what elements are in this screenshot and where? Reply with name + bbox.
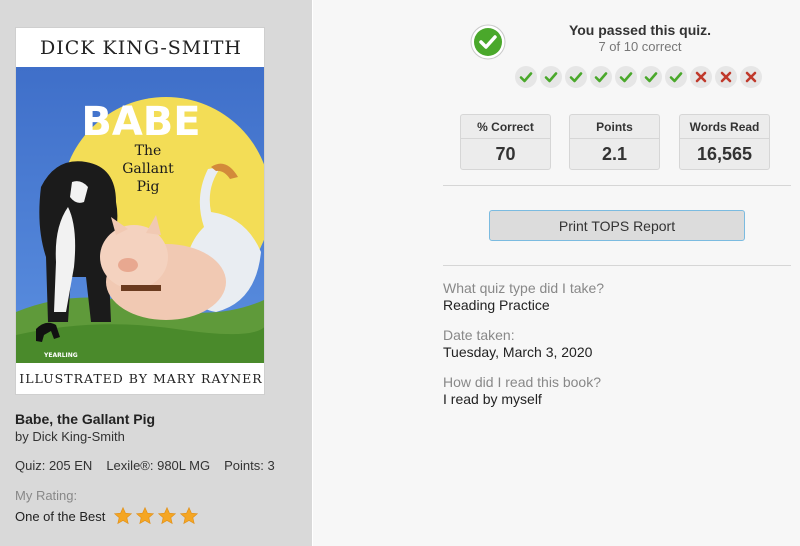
quiz-results-panel: You passed this quiz. 7 of 10 correct % … (313, 0, 800, 546)
read-method-answer: I read by myself (443, 391, 542, 407)
answer-incorrect-icon (740, 66, 762, 88)
cover-title-main: BABE (81, 99, 200, 145)
stat-label: Words Read (680, 115, 769, 139)
cover-title-line2: The (135, 143, 162, 159)
answer-correct-icon (540, 66, 562, 88)
answer-correct-icon (515, 66, 537, 88)
quiz-type-answer: Reading Practice (443, 297, 550, 313)
stat-value: 70 (495, 144, 516, 164)
cover-publisher: YEARLING (43, 352, 78, 359)
book-panel: DICK KING-SMITH BABE The Gallant Pig YEA… (0, 0, 312, 546)
answer-correct-icon (615, 66, 637, 88)
rating-label: My Rating: (15, 488, 78, 503)
star-icon (114, 506, 133, 525)
date-taken-answer: Tuesday, March 3, 2020 (443, 344, 593, 360)
cover-illustrator: ILLUSTRATED BY MARY RAYNER (16, 363, 264, 394)
answer-correct-icon (640, 66, 662, 88)
cover-illustration: BABE The Gallant Pig YEARLING (16, 67, 264, 365)
stat-percent-correct: % Correct 70 (460, 114, 551, 170)
star-icon (136, 506, 155, 525)
cover-author: DICK KING-SMITH (16, 28, 264, 67)
lexile-level: Lexile®: 980L MG (106, 458, 211, 473)
read-method-question: How did I read this book? (443, 374, 601, 390)
book-cover: DICK KING-SMITH BABE The Gallant Pig YEA… (15, 27, 265, 395)
cover-title-line3: Gallant (122, 161, 174, 177)
quiz-number: Quiz: 205 EN (15, 458, 93, 473)
answer-correct-icon (565, 66, 587, 88)
divider (443, 185, 791, 186)
star-icon (158, 506, 177, 525)
star-icon (180, 506, 199, 525)
book-author: by Dick King-Smith (15, 429, 125, 444)
stat-value: 16,565 (696, 144, 753, 164)
rating: One of the Best (15, 506, 199, 526)
date-taken-question: Date taken: (443, 327, 515, 343)
rating-stars (113, 506, 199, 526)
rating-text: One of the Best (15, 508, 106, 524)
divider (443, 265, 791, 266)
passed-check-icon (470, 24, 506, 60)
answer-indicators (515, 66, 762, 88)
stat-label: Points (570, 115, 659, 139)
book-points: Points: 3 (224, 458, 275, 473)
quiz-type-question: What quiz type did I take? (443, 280, 605, 296)
stat-words-read: Words Read 16,565 (679, 114, 770, 170)
result-subtitle: 7 of 10 correct (598, 39, 682, 54)
stat-label: % Correct (461, 115, 550, 139)
answer-incorrect-icon (690, 66, 712, 88)
result-title: You passed this quiz. (568, 22, 712, 38)
answer-correct-icon (665, 66, 687, 88)
stat-value: 2.1 (601, 144, 628, 164)
answer-incorrect-icon (715, 66, 737, 88)
book-meta: Quiz: 205 EN Lexile®: 980L MG Points: 3 (15, 458, 275, 473)
book-title: Babe, the Gallant Pig (15, 411, 156, 427)
answer-correct-icon (590, 66, 612, 88)
cover-title-line4: Pig (137, 179, 160, 195)
stat-points: Points 2.1 (569, 114, 660, 170)
print-tops-report-button[interactable]: Print TOPS Report (489, 210, 745, 241)
